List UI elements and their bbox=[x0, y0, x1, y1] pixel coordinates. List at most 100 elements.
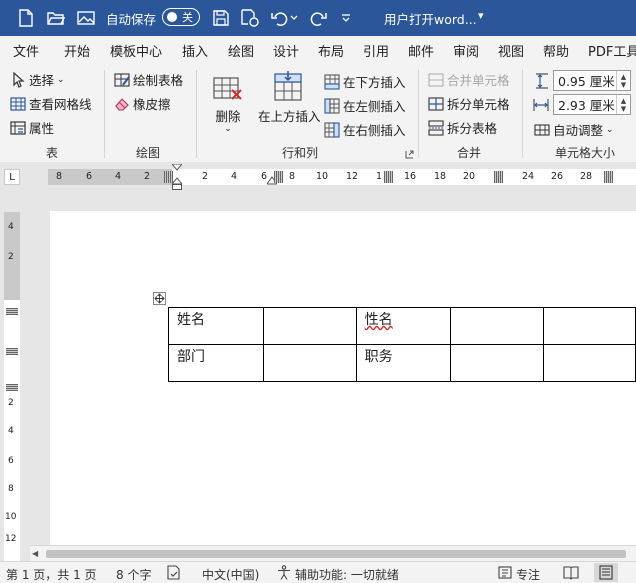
print-layout-button[interactable] bbox=[594, 563, 618, 582]
insert-left-icon bbox=[324, 97, 340, 114]
tab-file[interactable]: 文件 bbox=[13, 41, 39, 60]
horizontal-ruler[interactable]: 8 6 4 2 2 4 6 8 10 12 1 16 18 20 24 26 2… bbox=[48, 164, 636, 190]
column-marker[interactable] bbox=[604, 171, 613, 183]
save-icon[interactable] bbox=[211, 8, 231, 28]
table-cell[interactable] bbox=[542, 344, 636, 382]
page-count[interactable]: 第 1 页，共 1 页 bbox=[6, 566, 97, 583]
table-cell[interactable] bbox=[263, 307, 357, 345]
split-cells-button[interactable]: 拆分单元格 bbox=[428, 94, 510, 113]
table-cell-misspelled[interactable]: 性名 bbox=[355, 307, 452, 345]
word-count[interactable]: 8 个字 bbox=[116, 566, 151, 583]
tab-layout[interactable]: 布局 bbox=[318, 41, 344, 60]
table-cell[interactable]: 部门 bbox=[167, 344, 265, 382]
insert-above-icon bbox=[274, 71, 302, 101]
focus-mode-label[interactable]: 专注 bbox=[516, 566, 540, 583]
stepper-arrows[interactable]: ▲ ▼ bbox=[616, 95, 630, 114]
tab-templates[interactable]: 模板中心 bbox=[110, 41, 162, 60]
ruler-tick: 8 bbox=[56, 171, 63, 182]
tab-references[interactable]: 引用 bbox=[363, 41, 389, 60]
ruler-tick: 20 bbox=[463, 171, 476, 182]
table-cell[interactable] bbox=[450, 307, 544, 345]
accessibility-status[interactable]: 辅助功能: 一切就绪 bbox=[295, 566, 399, 583]
select-button[interactable]: 选择 ⌄ bbox=[10, 70, 65, 89]
delete-button[interactable]: 删除 ⌄ bbox=[208, 74, 248, 138]
table-cell[interactable] bbox=[542, 307, 636, 345]
sync-save-icon[interactable] bbox=[240, 8, 260, 28]
column-marker[interactable] bbox=[494, 171, 503, 183]
scroll-left-icon[interactable]: ◀ bbox=[32, 549, 42, 559]
tab-draw[interactable]: 绘图 bbox=[228, 41, 254, 60]
read-mode-icon[interactable] bbox=[563, 565, 579, 580]
row-height-icon bbox=[532, 72, 550, 90]
document-table[interactable]: 姓名 性名 部门 职务 bbox=[167, 307, 636, 382]
tab-home[interactable]: 开始 bbox=[64, 41, 90, 60]
insert-above-button[interactable]: 在上方插入 bbox=[256, 70, 321, 130]
customize-toolbar-icon[interactable] bbox=[336, 8, 356, 28]
undo-icon[interactable] bbox=[270, 8, 290, 28]
photo-icon[interactable] bbox=[76, 8, 96, 28]
table-cell[interactable]: 职务 bbox=[355, 344, 452, 382]
merge-cells-button[interactable]: 合并单元格 bbox=[428, 70, 510, 89]
tab-view[interactable]: 视图 bbox=[498, 41, 524, 60]
row-marker[interactable] bbox=[6, 384, 18, 391]
redo-icon[interactable] bbox=[308, 8, 328, 28]
eraser-icon bbox=[115, 97, 129, 111]
tab-review[interactable]: 审阅 bbox=[453, 41, 479, 60]
tab-pdf-tools[interactable]: PDF工具 bbox=[588, 41, 636, 60]
table-move-handle-icon[interactable] bbox=[153, 292, 166, 305]
delete-table-icon bbox=[213, 77, 242, 100]
ruler-tick: 8 bbox=[8, 484, 14, 494]
properties-button[interactable]: 属性 bbox=[10, 118, 54, 137]
tab-selector[interactable]: L bbox=[4, 169, 20, 185]
ruler-tick: 6 bbox=[86, 171, 93, 182]
column-width-input[interactable]: 2.93 厘米 ▲ ▼ bbox=[553, 94, 631, 115]
table-cell[interactable] bbox=[263, 344, 357, 382]
column-marker[interactable] bbox=[384, 171, 393, 183]
autofit-button[interactable]: 自动调整 ⌄ bbox=[534, 120, 614, 139]
row-marker[interactable] bbox=[6, 348, 18, 355]
tab-help[interactable]: 帮助 bbox=[543, 41, 569, 60]
insert-below-label: 在下方插入 bbox=[343, 75, 406, 90]
table-cell[interactable]: 姓名 bbox=[167, 307, 265, 345]
new-document-icon[interactable] bbox=[16, 8, 36, 28]
group-separator bbox=[104, 70, 105, 158]
column-width-icon bbox=[532, 96, 550, 114]
ruler-tick: 2 bbox=[202, 171, 209, 182]
table-cell[interactable] bbox=[450, 344, 544, 382]
document-title[interactable]: 用户打开word... bbox=[384, 9, 477, 28]
undo-dropdown-icon[interactable] bbox=[288, 8, 300, 28]
ruler-tick: 24 bbox=[522, 171, 535, 182]
row-marker[interactable] bbox=[6, 308, 18, 315]
insert-left-button[interactable]: 在左侧插入 bbox=[324, 96, 406, 115]
horizontal-scrollbar[interactable]: ◀ bbox=[30, 545, 636, 561]
open-folder-icon[interactable] bbox=[46, 8, 66, 28]
insert-below-icon bbox=[324, 73, 340, 90]
vertical-ruler[interactable]: 4 2 2 4 6 8 10 12 bbox=[4, 212, 20, 562]
tab-insert[interactable]: 插入 bbox=[182, 41, 208, 60]
dialog-launcher-icon[interactable] bbox=[405, 150, 414, 159]
insert-right-button[interactable]: 在右侧插入 bbox=[324, 120, 406, 139]
scrollbar-thumb[interactable] bbox=[46, 550, 626, 558]
insert-below-button[interactable]: 在下方插入 bbox=[324, 72, 406, 91]
insert-right-icon bbox=[324, 121, 340, 138]
autosave-toggle-state: 关 bbox=[182, 11, 193, 24]
tab-mailings[interactable]: 邮件 bbox=[408, 41, 434, 60]
split-table-button[interactable]: 拆分表格 bbox=[428, 118, 497, 137]
autosave-toggle[interactable]: 关 bbox=[162, 8, 200, 26]
proofing-icon[interactable] bbox=[166, 565, 182, 580]
row-height-input[interactable]: 0.95 厘米 ▲ ▼ bbox=[553, 70, 631, 91]
ruler-tick: 26 bbox=[551, 171, 564, 182]
eraser-button[interactable]: 橡皮擦 bbox=[114, 94, 171, 113]
tab-design[interactable]: 设计 bbox=[273, 41, 299, 60]
title-dropdown-icon[interactable]: ▾ bbox=[478, 9, 484, 22]
indent-marker[interactable] bbox=[172, 164, 182, 190]
view-gridlines-button[interactable]: 查看网格线 bbox=[10, 94, 92, 113]
draw-table-button[interactable]: 绘制表格 bbox=[114, 70, 183, 89]
accessibility-icon[interactable] bbox=[276, 565, 292, 580]
stepper-arrows[interactable]: ▲ ▼ bbox=[616, 71, 630, 90]
cursor-icon bbox=[13, 71, 25, 88]
language[interactable]: 中文(中国) bbox=[202, 566, 259, 583]
focus-mode-icon[interactable] bbox=[497, 565, 513, 580]
column-marker[interactable] bbox=[274, 171, 283, 183]
toggle-knob bbox=[167, 12, 177, 22]
